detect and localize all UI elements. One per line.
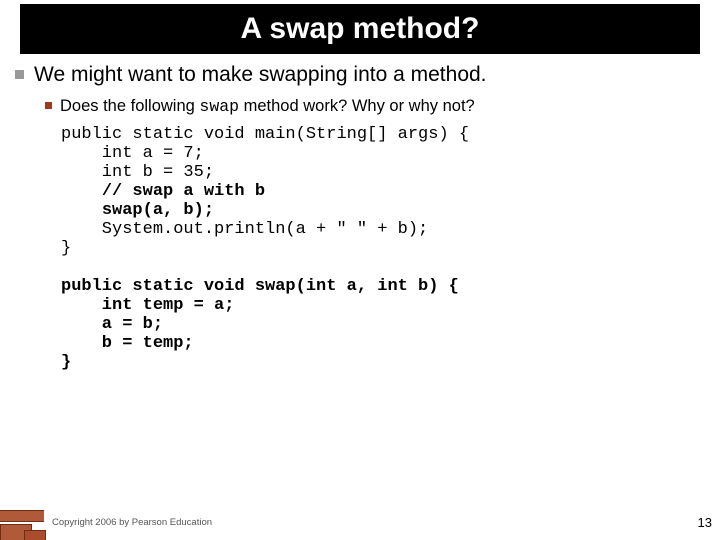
- code-line: [61, 182, 102, 201]
- corner-decoration: [0, 510, 44, 540]
- square-bullet-icon: [45, 102, 52, 109]
- bullet-level1: We might want to make swapping into a me…: [15, 62, 705, 88]
- bullet-level2: Does the following swap method work? Why…: [45, 96, 705, 117]
- code-bold: b = temp;: [61, 334, 194, 353]
- code-line: int b = 35;: [61, 163, 214, 182]
- level2-text: Does the following swap method work? Why…: [60, 96, 475, 117]
- brick-icon: [0, 510, 44, 522]
- level1-text: We might want to make swapping into a me…: [34, 62, 487, 88]
- brick-icon: [24, 530, 46, 540]
- code-bold: swap(a, b);: [102, 201, 214, 220]
- square-bullet-icon: [15, 70, 24, 79]
- code-bold: a = b;: [61, 315, 163, 334]
- level2-post: method work? Why or why not?: [239, 97, 475, 115]
- level2-pre: Does the following: [60, 97, 199, 115]
- code-line: [61, 201, 102, 220]
- slide: A swap method? We might want to make swa…: [0, 0, 720, 540]
- code-bold: public static void swap(int a, int b) {: [61, 277, 459, 296]
- slide-content: We might want to make swapping into a me…: [15, 62, 705, 372]
- code-line: public static void main(String[] args) {: [61, 125, 469, 144]
- code-line: System.out.println(a + " " + b);: [61, 220, 428, 239]
- page-number: 13: [698, 515, 712, 530]
- copyright-footer: Copyright 2006 by Pearson Education: [52, 517, 212, 528]
- slide-title: A swap method?: [20, 4, 700, 54]
- code-line: }: [61, 239, 71, 258]
- code-block: public static void main(String[] args) {…: [61, 125, 705, 372]
- code-bold: // swap a with b: [102, 182, 265, 201]
- level2-mono: swap: [199, 97, 239, 116]
- code-bold: int temp = a;: [61, 296, 234, 315]
- code-bold: }: [61, 353, 71, 372]
- code-line: int a = 7;: [61, 144, 204, 163]
